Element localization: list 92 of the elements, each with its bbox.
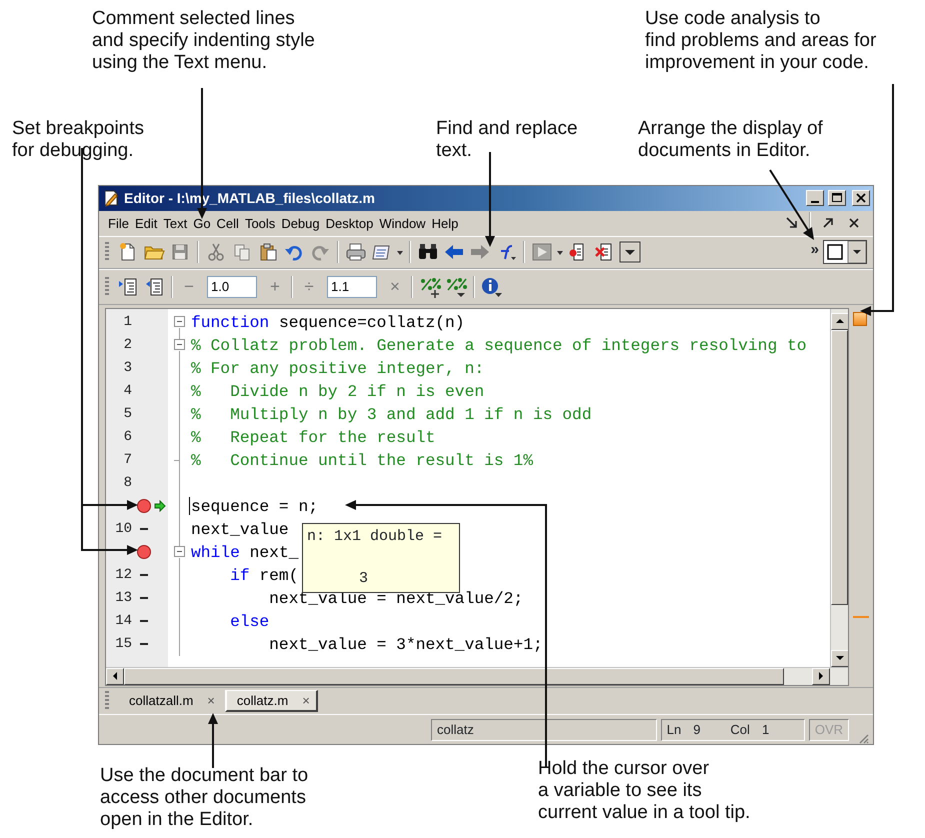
menu-item[interactable]: Desktop — [322, 214, 376, 234]
code-line[interactable]: if rem( — [191, 564, 298, 587]
code-line[interactable]: else — [191, 610, 270, 633]
menu-item[interactable]: Window — [376, 214, 429, 234]
fold-toggle-icon[interactable] — [174, 316, 185, 327]
line-number: 15 — [114, 634, 133, 654]
leader-arrow — [769, 169, 814, 240]
line-number: 12 — [114, 566, 133, 585]
editor-icon — [102, 189, 120, 208]
status-text: Ln — [666, 720, 682, 739]
line-number: 4 — [122, 382, 133, 401]
overflow-chevron[interactable]: » — [810, 238, 819, 262]
menu-item[interactable]: Text — [160, 214, 190, 234]
menu-item[interactable]: Help — [428, 214, 462, 234]
dropdown-button-icon[interactable] — [617, 239, 643, 266]
menu-item[interactable]: File — [105, 214, 132, 234]
function-name-field: collatz — [431, 718, 657, 741]
menu-item[interactable]: Tools — [242, 214, 278, 234]
minimize-button[interactable] — [806, 190, 824, 206]
warning-marker[interactable] — [853, 616, 870, 618]
tooltip-text: 3 — [359, 569, 368, 590]
code-line[interactable]: % Continue until the result is 1% — [191, 448, 533, 472]
line-number: 10 — [114, 520, 133, 539]
menu-item[interactable]: Cell — [214, 214, 242, 234]
document-layout-button[interactable] — [823, 240, 867, 264]
line-number: 3 — [122, 358, 133, 378]
callout-text: Find and replace text. — [436, 118, 578, 162]
code-line[interactable]: next_value = 3*next_value+1; — [191, 632, 543, 656]
line-number: 6 — [122, 428, 133, 447]
up-arrow-icon — [836, 318, 844, 324]
close-icon — [855, 192, 867, 204]
minimize-icon — [811, 200, 819, 203]
number-field[interactable]: 1.0 — [207, 276, 257, 298]
scroll-up-button[interactable] — [831, 312, 848, 330]
down-arrow-icon — [836, 655, 844, 662]
maximize-button[interactable] — [828, 190, 846, 206]
status-text: Col — [730, 720, 750, 739]
line-number: 2 — [122, 336, 133, 355]
number-field[interactable]: 1.1 — [327, 276, 377, 298]
code-line[interactable]: % For any positive integer, n: — [191, 356, 484, 380]
status-text: 1 — [762, 720, 770, 739]
callout-text: Hold the cursor over a variable to see its current value in a tool tip. — [538, 758, 750, 824]
line-number: 7 — [122, 450, 133, 470]
document-tab[interactable]: collatz.m × — [224, 690, 318, 712]
breakpoint-icon[interactable] — [137, 545, 151, 560]
resize-grip-icon[interactable] — [857, 732, 869, 744]
line-number: 14 — [114, 612, 133, 631]
left-arrow-icon — [112, 672, 118, 680]
fold-toggle-icon[interactable] — [174, 546, 185, 557]
tooltip-text: n: 1x1 double = — [307, 526, 442, 547]
window-title: Editor - I:\my_MATLAB_files\collatz.m — [124, 188, 376, 208]
callout-text: Use code analysis to find problems and areas for improvement in your code. — [645, 8, 876, 74]
vertical-scrollbar[interactable] — [830, 308, 848, 667]
close-tab-button[interactable]: × — [207, 691, 215, 711]
maximize-icon — [831, 192, 843, 204]
line-number: 8 — [122, 474, 133, 493]
close-button[interactable] — [852, 190, 870, 206]
callout-text: Comment selected lines and specify indenting style using the Text menu. — [92, 8, 315, 74]
code-line[interactable]: function sequence=collatz(n) — [191, 310, 465, 334]
tab-label: collatzall.m — [129, 692, 194, 710]
breakpoint-icon[interactable] — [137, 499, 151, 514]
scroll-thumb[interactable] — [831, 330, 848, 605]
scroll-thumb[interactable] — [124, 668, 784, 685]
right-arrow-icon — [818, 672, 824, 680]
scroll-left-button[interactable] — [106, 668, 124, 685]
close-tab-button[interactable]: × — [302, 690, 310, 710]
tab-label: collatz.m — [236, 692, 288, 710]
menu-item[interactable]: Debug — [278, 214, 323, 234]
document-tab[interactable]: collatzall.m × — [118, 690, 222, 712]
callout-text: Arrange the display of documents in Editor. — [638, 118, 823, 162]
menu-item[interactable]: Edit — [132, 214, 160, 234]
code-line[interactable]: next_value — [191, 518, 289, 541]
code-line[interactable]: while next_ — [191, 540, 298, 564]
line-number: 13 — [114, 588, 133, 608]
line-number: 1 — [122, 312, 133, 332]
callout-text: Use the document bar to access other documents open in the Editor. — [100, 765, 308, 831]
scroll-down-button[interactable] — [831, 650, 848, 667]
code-line[interactable]: % Divide n by 2 if n is even — [191, 380, 484, 403]
scroll-right-button[interactable] — [812, 668, 830, 685]
code-line[interactable]: % Repeat for the result — [191, 426, 436, 449]
line-number: 5 — [122, 404, 133, 424]
overwrite-indicator: OVR — [808, 718, 849, 741]
fold-toggle-icon[interactable] — [174, 338, 185, 350]
status-text: 9 — [693, 720, 700, 739]
leader-arrow — [208, 713, 218, 768]
menu-item[interactable]: Go — [190, 214, 214, 234]
code-line[interactable]: % Multiply n by 3 and add 1 if n is odd — [191, 402, 592, 426]
code-line[interactable]: sequence = n; — [191, 494, 318, 518]
callout-text: Set breakpoints for debugging. — [12, 118, 144, 162]
horizontal-scrollbar[interactable] — [106, 666, 848, 685]
code-analysis-indicator[interactable] — [853, 312, 868, 326]
code-line[interactable]: % Collatz problem. Generate a sequence of integers resolving to — [191, 334, 807, 357]
